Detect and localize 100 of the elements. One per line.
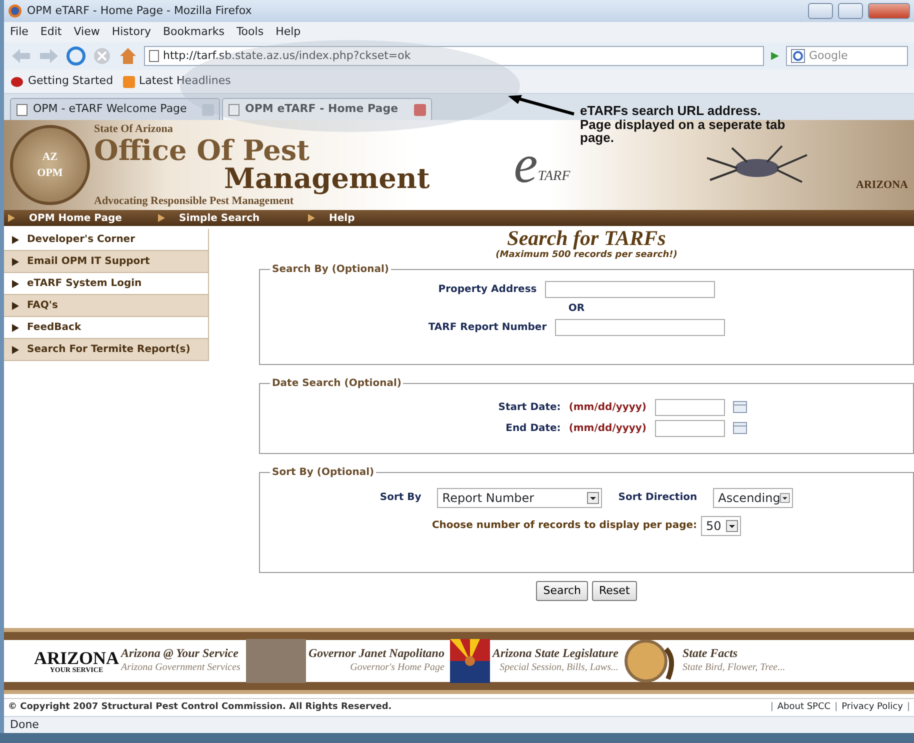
nav-link[interactable]: Help (304, 210, 454, 226)
seal-text: OPM (37, 166, 63, 181)
sidebar-item[interactable]: eTARF System Login (4, 273, 209, 295)
home-icon[interactable] (118, 46, 138, 66)
reload-icon[interactable] (66, 46, 86, 66)
annotation-arrow (506, 94, 576, 116)
calendar-icon[interactable] (732, 422, 746, 434)
date-format-hint: (mm/dd/yyyy) (568, 400, 646, 414)
tab-close-button[interactable] (414, 104, 426, 116)
menu-item[interactable]: History (112, 24, 151, 40)
field-label: TARF Report Number (428, 320, 547, 334)
search-placeholder: Google (809, 48, 848, 64)
address-field[interactable]: http://tarf.sb.state.az.us/index.php?ckset=ok (144, 46, 764, 66)
logo-text: TARF (538, 168, 570, 186)
separator: | (834, 700, 838, 714)
logo-letter: e (514, 143, 538, 187)
close-button[interactable] (868, 3, 910, 19)
menu-item[interactable]: File (10, 24, 28, 40)
back-icon[interactable] (10, 47, 32, 65)
date-format-hint: (mm/dd/yyyy) (568, 422, 646, 436)
search-field[interactable]: Google (786, 46, 908, 66)
or-text: OR (568, 302, 585, 316)
browser-tab[interactable]: OPM eTARF - Home Page (222, 98, 432, 120)
url-text: http://tarf.sb.state.az.us/index.php?ckset=ok (163, 48, 412, 64)
menu-item[interactable]: Bookmarks (162, 24, 224, 40)
minimize-button[interactable] (808, 3, 833, 19)
triangle-icon (8, 214, 15, 222)
caret-icon (726, 520, 738, 532)
form-button[interactable]: Search (536, 580, 588, 601)
bookmark-icon (10, 76, 24, 88)
menu-item[interactable]: View (74, 24, 100, 40)
dropdown[interactable]: Report Number (437, 488, 602, 508)
rss-icon (123, 76, 136, 88)
window-title: OPM eTARF - Home Page - Mozilla Firefox (27, 2, 253, 19)
footer-link[interactable]: About SPCC (777, 700, 831, 714)
annotation-text: eTARFs search URL address. Page displayed on a seperate tab page. (580, 104, 786, 145)
input-field[interactable] (554, 318, 725, 336)
banner-text: State Of Arizona (94, 122, 174, 136)
menu-item[interactable]: Help (276, 24, 301, 40)
field-label: Sort Direction (618, 491, 698, 505)
caret-icon (587, 492, 600, 504)
input-field[interactable] (544, 280, 715, 298)
fieldset-legend: Date Search (Optional) (270, 378, 404, 388)
sidebar-item[interactable]: Email OPM IT Support (4, 251, 209, 273)
triangle-icon (12, 324, 19, 332)
flag-icon (450, 639, 490, 683)
forward-icon[interactable] (38, 47, 60, 65)
fieldset-legend: Sort By (Optional) (270, 468, 376, 478)
sidebar-item[interactable]: Search For Termite Report(s) (4, 339, 209, 361)
triangle-icon (158, 214, 165, 222)
triangle-icon (12, 302, 19, 310)
triangle-icon (12, 280, 19, 288)
triangle-icon (12, 346, 19, 354)
go-icon[interactable] (770, 51, 780, 61)
maximize-button[interactable] (838, 3, 863, 19)
footer-link[interactable]: Privacy Policy (842, 700, 903, 714)
footer-link-subtitle: State Bird, Flower, Tree... (682, 661, 786, 676)
calendar-icon[interactable] (732, 401, 746, 413)
field-label: Sort By (380, 491, 422, 505)
stop-icon[interactable] (92, 46, 112, 66)
field-label: Property Address (438, 282, 537, 296)
banner-motto: Advocating Responsible Pest Management (94, 194, 295, 209)
banner-title: Office Of Pest (94, 137, 311, 165)
triangle-icon (308, 214, 315, 222)
dropdown[interactable]: 50 (701, 516, 742, 536)
page-icon (228, 104, 240, 116)
menu-item[interactable]: Edit (40, 24, 62, 40)
triangle-icon (12, 258, 19, 266)
seal-text: AZ (42, 150, 58, 164)
date-field[interactable] (654, 420, 724, 436)
footer-link-subtitle: Governor's Home Page (349, 661, 444, 676)
search-engine-icon[interactable] (791, 49, 805, 63)
footer-link-title[interactable]: Arizona @ Your Service (121, 646, 240, 660)
sidebar-item[interactable]: FeedBack (4, 317, 209, 339)
dropdown[interactable]: Ascending (713, 488, 794, 508)
bookmark-link[interactable]: Getting Started (10, 73, 114, 90)
sidebar-item[interactable]: Developer's Corner (4, 229, 209, 251)
separator: | (906, 700, 910, 714)
footer-link-title[interactable]: State Facts (682, 646, 786, 660)
form-button[interactable]: Reset (592, 580, 637, 601)
bookmark-link[interactable]: Latest Headlines (123, 73, 231, 90)
state-logo-text: ARIZONA (856, 178, 908, 193)
nav-link[interactable]: Simple Search (154, 210, 304, 226)
field-label: End Date: (506, 422, 561, 436)
page-icon (16, 104, 28, 116)
field-label: Choose number of records to display per page: (432, 519, 698, 533)
footer-link-subtitle: Arizona Government Services (121, 661, 240, 676)
page-heading: Search for TARFs (506, 228, 667, 249)
fieldset-legend: Search By (Optional) (270, 264, 391, 274)
sidebar-item[interactable]: FAQ's (4, 295, 209, 317)
browser-tab[interactable]: OPM - eTARF Welcome Page (10, 98, 220, 120)
nav-link[interactable]: OPM Home Page (4, 210, 154, 226)
triangle-icon (12, 236, 19, 244)
footer-link-title[interactable]: Arizona State Legislature (492, 646, 618, 660)
date-field[interactable] (654, 398, 724, 416)
banner-title: Management (223, 165, 430, 193)
menu-item[interactable]: Tools (236, 24, 264, 40)
footer-link-title[interactable]: Governor Janet Napolitano (308, 646, 444, 660)
separator: | (770, 700, 774, 714)
firefox-logo-icon (8, 4, 22, 18)
